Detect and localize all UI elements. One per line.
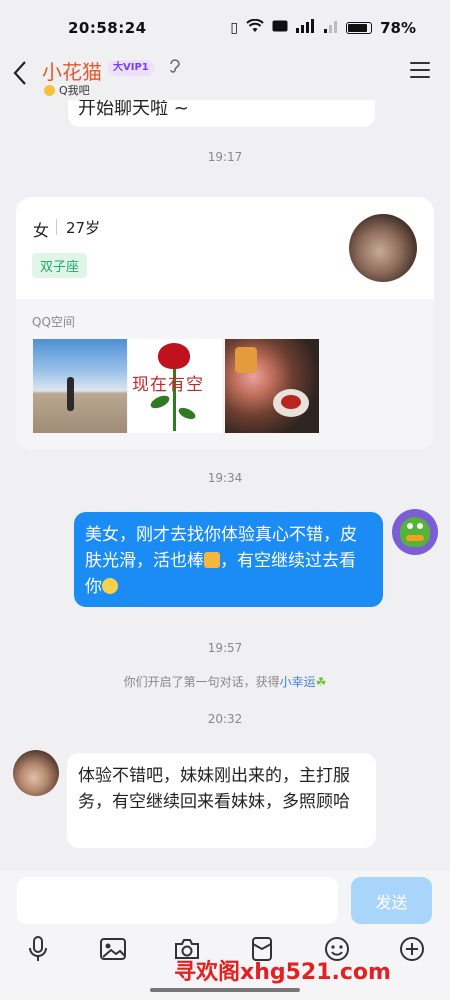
profile-age: 27岁 [66, 219, 101, 237]
profile-gender: 女 [33, 221, 50, 240]
ear-icon[interactable] [168, 58, 180, 78]
clover-icon: ☘ [315, 675, 327, 689]
pleading-face-emoji-icon [102, 578, 118, 594]
send-button[interactable]: 发送 [351, 877, 432, 924]
contact-name[interactable]: 小花猫 [42, 56, 102, 85]
vibrate-icon: ▯ [230, 20, 239, 36]
watermark: 寻欢阁xhg521.com [174, 960, 391, 985]
their-message-bubble[interactable]: 体验不错吧，妹妹刚出来的，主打服务，有空继续回来看妹妹，多照顾哈 [67, 753, 376, 848]
timestamp: 19:57 [207, 641, 243, 655]
status-icons: ▯ 78% [230, 18, 416, 37]
system-message-text: 你们开启了第一句对话，获得 [123, 675, 280, 689]
their-message-text: 体验不错吧，妹妹刚出来的，主打服务，有空继续回来看妹妹，多照顾哈 [78, 766, 350, 812]
battery-percent: 78% [380, 19, 416, 37]
timestamp: 19:34 [207, 471, 243, 485]
qzone-photo-food[interactable] [225, 339, 319, 433]
status-time: 20:58:24 [68, 19, 147, 37]
status-bar: 20:58:24 ▯ 78% [0, 0, 450, 56]
status-emoji-icon [44, 84, 55, 96]
menu-icon[interactable] [410, 62, 430, 83]
divider [56, 219, 57, 235]
home-indicator[interactable] [150, 988, 300, 992]
image-icon[interactable] [96, 932, 130, 966]
qzone-photo-rose[interactable]: 现在有空 [128, 339, 222, 433]
zodiac-tag: 双子座 [32, 253, 88, 278]
message-input[interactable] [17, 877, 338, 924]
profile-avatar[interactable] [349, 214, 417, 282]
signal-weak-icon [324, 19, 338, 37]
qzone-photo-beach[interactable] [33, 339, 127, 433]
plus-icon[interactable] [395, 932, 429, 966]
system-message: 你们开启了第一句对话，获得小幸运☘ [0, 673, 450, 690]
chat-area[interactable]: 开始聊天啦 ~ 19:17 女 27岁 双子座 QQ空间 现在有空 19:34 … [0, 100, 450, 870]
qzone-section[interactable]: QQ空间 现在有空 [16, 299, 434, 450]
my-avatar[interactable] [392, 509, 438, 555]
contact-status-text: Q我吧 [59, 84, 90, 97]
mic-icon[interactable] [21, 932, 55, 966]
profile-card[interactable]: 女 27岁 双子座 QQ空间 现在有空 [16, 197, 434, 450]
my-message-bubble[interactable]: 美女，刚才去找你体验真心不错，皮肤光滑，活也棒 ，有空继续过去看你 [74, 512, 383, 607]
partial-message-text: 开始聊天啦 ~ [78, 100, 189, 119]
chat-header: 小花猫 大VIP1 Q我吧 [0, 56, 450, 100]
partial-message-bubble: 开始聊天啦 ~ [68, 100, 375, 127]
contact-status: Q我吧 [44, 82, 90, 98]
signal-5g-icon [296, 19, 316, 37]
hd-icon [272, 20, 288, 36]
vip-badge[interactable]: 大VIP1 [108, 60, 154, 76]
timestamp: 20:32 [207, 712, 243, 726]
rose-photo-text: 现在有空 [132, 375, 204, 395]
battery-icon [346, 22, 373, 34]
timestamp: 19:17 [207, 150, 243, 164]
contact-avatar[interactable] [13, 750, 59, 796]
thumbs-up-emoji-icon [204, 552, 220, 568]
wifi-icon [246, 18, 264, 37]
lucky-link[interactable]: 小幸运 [280, 675, 316, 689]
chevron-left-icon[interactable] [12, 60, 28, 91]
qzone-label: QQ空间 [32, 315, 75, 329]
